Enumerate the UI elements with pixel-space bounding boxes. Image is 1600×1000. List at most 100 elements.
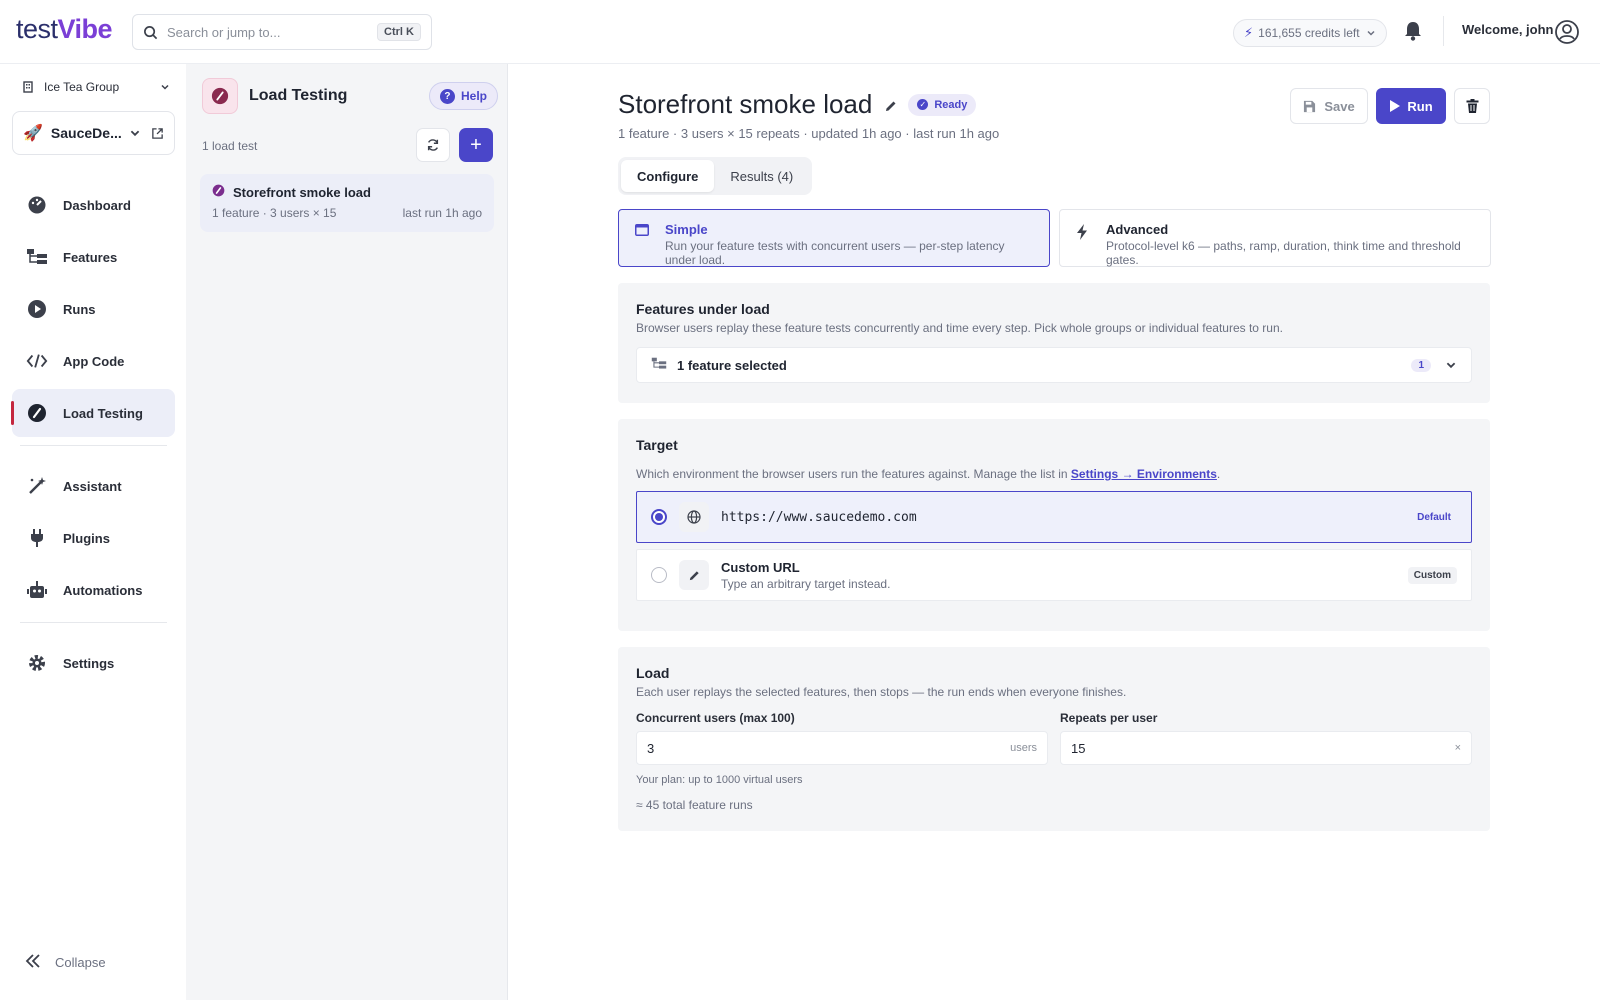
project-name: SauceDe...	[50, 125, 122, 141]
sidebar-item-runs[interactable]: Runs	[12, 285, 175, 333]
chevron-down-icon[interactable]	[129, 127, 141, 139]
refresh-button[interactable]	[416, 128, 450, 162]
rocket-icon: 🚀	[23, 125, 43, 142]
target-option-default[interactable]: https://www.saucedemo.com Default	[636, 491, 1472, 543]
list-panel-title: Load Testing	[249, 87, 348, 104]
sidebar-item-label: Automations	[63, 582, 143, 598]
sidebar-item-label: Load Testing	[63, 405, 143, 421]
collapse-label: Collapse	[55, 955, 106, 970]
sidebar-item-dashboard[interactable]: Dashboard	[12, 181, 175, 229]
mode-simple-card[interactable]: Simple Run your feature tests with concu…	[618, 209, 1050, 267]
load-fields-row: Concurrent users (max 100) 3 users Repea…	[636, 711, 1472, 765]
concurrent-users-input[interactable]: 3 users	[636, 731, 1048, 765]
features-icon	[26, 248, 48, 266]
chevron-down-icon	[1367, 30, 1375, 36]
logo-text-vibe: Vibe	[57, 14, 113, 44]
list-panel-header: Load Testing ? Help	[202, 78, 498, 114]
collapse-button[interactable]: Collapse	[25, 954, 106, 971]
dashboard-icon	[26, 195, 48, 215]
org-name: Ice Tea Group	[44, 80, 120, 94]
run-label: Run	[1407, 98, 1433, 114]
mode-description: Protocol-level k6 — paths, ramp, duratio…	[1106, 239, 1461, 267]
floppy-icon	[1304, 100, 1316, 112]
sidebar-item-app-code[interactable]: App Code	[12, 337, 175, 385]
globe-icon	[679, 502, 709, 532]
sidebar-item-automations[interactable]: Automations	[12, 566, 175, 614]
page-title: Storefront smoke load	[618, 89, 873, 119]
sidebar: Ice Tea Group 🚀 SauceDe... Dashboard Fea…	[0, 64, 186, 1000]
add-load-test-button[interactable]: +	[459, 128, 493, 162]
external-link-icon[interactable]	[151, 127, 164, 140]
load-test-list-panel: Load Testing ? Help 1 load test + Storef…	[186, 64, 508, 1000]
chevron-down-icon	[1446, 362, 1456, 369]
sidebar-item-settings[interactable]: Settings	[12, 639, 175, 687]
welcome-label[interactable]: Welcome, john	[1462, 22, 1554, 37]
radio-selected[interactable]	[651, 509, 667, 525]
save-button[interactable]: Save	[1290, 88, 1368, 124]
bell-icon[interactable]	[1403, 20, 1423, 45]
sidebar-item-label: Runs	[63, 301, 96, 317]
gauge-icon	[202, 78, 238, 114]
section-title: Target	[636, 437, 678, 453]
mode-title: Simple	[665, 222, 708, 237]
section-title: Features under load	[636, 301, 770, 317]
delete-button[interactable]	[1454, 88, 1490, 124]
load-test-count: 1 load test	[202, 139, 258, 153]
default-tag: Default	[1417, 511, 1451, 523]
bolt-icon: ⚡	[1244, 25, 1254, 40]
sidebar-item-load-testing[interactable]: Load Testing	[11, 389, 175, 437]
custom-tag: Custom	[1407, 566, 1457, 584]
sidebar-item-label: Dashboard	[63, 197, 131, 213]
play-icon	[1390, 100, 1401, 112]
total-runs-estimate: ≈ 45 total feature runs	[636, 798, 753, 812]
radio-unselected[interactable]	[651, 567, 667, 583]
feature-count-badge: 1	[1411, 358, 1431, 372]
trash-icon	[1466, 99, 1478, 113]
sidebar-item-plugins[interactable]: Plugins	[12, 514, 175, 562]
primary-nav: Dashboard Features Runs App Code Load Te…	[11, 181, 175, 691]
gauge-icon	[26, 403, 48, 423]
nav-divider	[20, 445, 167, 446]
project-selector[interactable]: 🚀 SauceDe...	[12, 111, 175, 155]
list-item-meta: 1 feature · 3 users × 15	[212, 206, 337, 220]
list-item[interactable]: Storefront smoke load 1 feature · 3 user…	[200, 174, 494, 232]
header-divider	[1443, 16, 1444, 46]
features-icon	[651, 357, 667, 373]
feature-selector[interactable]: 1 feature selected 1	[636, 347, 1472, 383]
credits-dropdown[interactable]: ⚡ 161,655 credits left	[1233, 19, 1387, 47]
tab-results[interactable]: Results (4)	[714, 160, 809, 192]
description-suffix: .	[1216, 467, 1221, 481]
sidebar-item-assistant[interactable]: Assistant	[12, 462, 175, 510]
credits-label: 161,655 credits left	[1258, 26, 1360, 40]
load-section: Load Each user replays the selected feat…	[618, 647, 1490, 831]
field-suffix: ×	[1454, 742, 1461, 754]
status-label: Ready	[934, 98, 968, 111]
app-logo[interactable]: test Vibe	[16, 14, 113, 45]
search-icon	[144, 25, 158, 39]
top-bar: test Vibe Search or jump to... Ctrl K ⚡ 1…	[0, 0, 1600, 64]
custom-url-title: Custom URL	[721, 559, 800, 575]
robot-icon	[26, 580, 48, 600]
edit-title-icon[interactable]	[884, 89, 898, 120]
features-section: Features under load Browser users replay…	[618, 283, 1490, 403]
target-url: https://www.saucedemo.com	[721, 509, 917, 525]
repeats-per-user-input[interactable]: 15 ×	[1060, 731, 1472, 765]
help-button[interactable]: ? Help	[428, 82, 498, 110]
page-subtitle: 1 feature · 3 users × 15 repeats · updat…	[618, 126, 1000, 141]
environments-link[interactable]: Settings → Environments	[1071, 467, 1217, 481]
question-icon: ?	[439, 88, 455, 104]
magic-wand-icon	[26, 476, 48, 496]
target-option-custom[interactable]: Custom URL Type an arbitrary target inst…	[636, 549, 1472, 601]
run-button[interactable]: Run	[1376, 88, 1446, 124]
plug-icon	[26, 528, 48, 548]
field-suffix: users	[1010, 742, 1037, 754]
search-shortcut: Ctrl K	[377, 23, 421, 41]
user-avatar-icon[interactable]	[1554, 19, 1580, 48]
mode-advanced-card[interactable]: Advanced Protocol-level k6 — paths, ramp…	[1059, 209, 1491, 267]
search-input[interactable]: Search or jump to... Ctrl K	[132, 14, 432, 50]
org-selector[interactable]: Ice Tea Group	[22, 80, 170, 94]
search-placeholder: Search or jump to...	[167, 24, 281, 40]
tab-configure[interactable]: Configure	[621, 160, 715, 192]
sidebar-item-features[interactable]: Features	[12, 233, 175, 281]
save-label: Save	[1324, 98, 1355, 114]
